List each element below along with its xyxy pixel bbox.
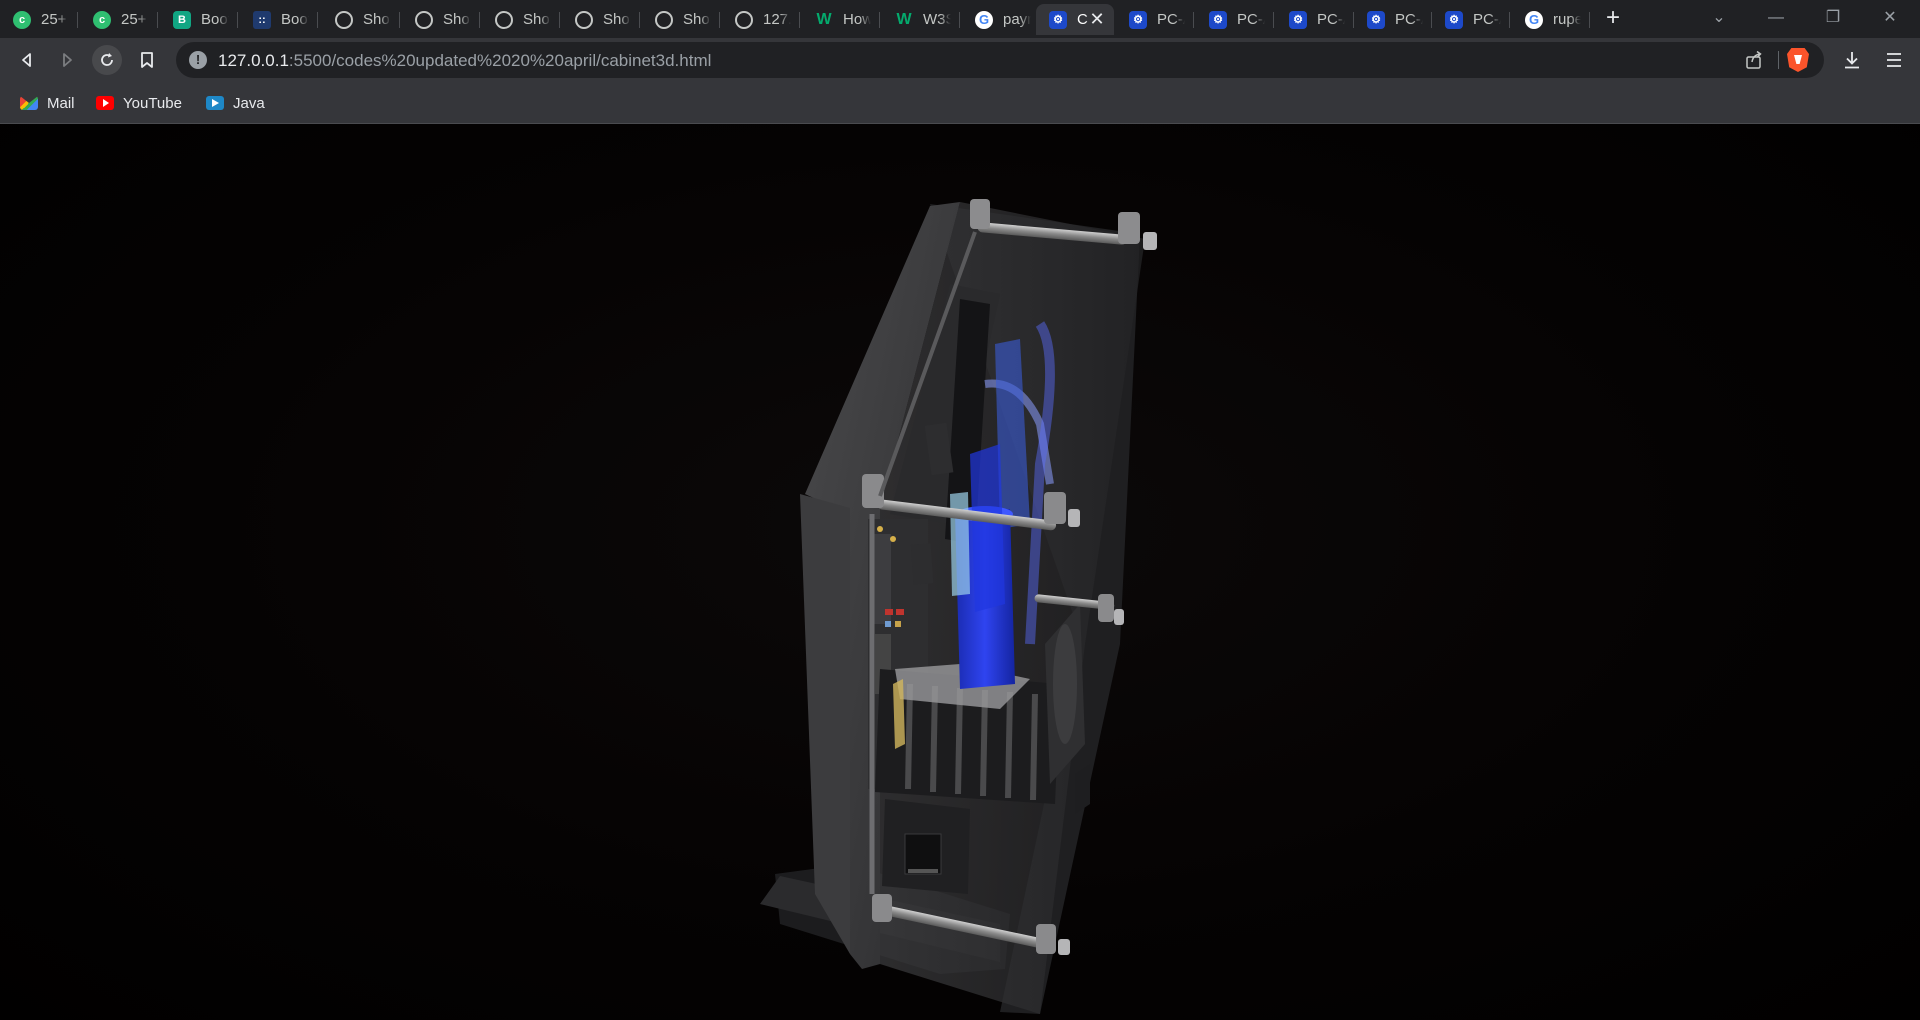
globe-icon (735, 10, 753, 29)
java-icon (206, 96, 224, 110)
download-icon[interactable] (1838, 46, 1866, 74)
tab-17[interactable]: ⚙ PC-A (1276, 4, 1354, 35)
bookmark-java[interactable]: Java (206, 92, 265, 114)
address-bar[interactable]: ! 127.0.0.1:5500/codes%20updated%2020%20… (176, 42, 1824, 78)
green-c-icon: c (93, 10, 111, 29)
pc-icon: ⚙ (1445, 10, 1463, 29)
webgl-canvas[interactable] (0, 124, 1920, 1020)
tab-12[interactable]: W W3S (882, 4, 960, 35)
pc-icon: ⚙ (1367, 10, 1385, 29)
tab-5[interactable]: Shop (322, 4, 400, 35)
w3schools-icon: W (896, 10, 912, 28)
minimize-icon[interactable]: — (1764, 6, 1788, 30)
reload-button[interactable] (92, 45, 122, 75)
bookmarks-bar: Mail YouTube Java (0, 82, 1920, 124)
brave-shields-icon[interactable] (1787, 48, 1809, 72)
omnibox-divider (1778, 51, 1779, 69)
tab-11[interactable]: W How (802, 4, 880, 35)
close-tab-icon[interactable]: ✕ (1088, 10, 1106, 28)
globe-icon (575, 10, 593, 29)
tab-strip: c 25+ B c 25+ B B Bootstrap :: Bootstrap… (0, 0, 1920, 38)
globe-icon (415, 10, 433, 29)
pc-icon: ⚙ (1049, 10, 1067, 29)
green-c-icon: c (13, 10, 31, 29)
tab-active[interactable]: ⚙ C ✕ (1036, 4, 1114, 35)
tab-15[interactable]: ⚙ PC-A (1116, 4, 1194, 35)
tab-search-icon[interactable]: ⌄ (1707, 6, 1731, 30)
site-info-icon[interactable]: ! (189, 51, 207, 69)
forward-button[interactable] (52, 45, 82, 75)
tab-10[interactable]: 127.0 (722, 4, 800, 35)
tab-6[interactable]: Shop (402, 4, 480, 35)
bootstrap-navy-icon: :: (253, 10, 271, 29)
browser-toolbar: ! 127.0.0.1:5500/codes%20updated%2020%20… (0, 38, 1920, 82)
google-icon: G (1525, 10, 1543, 29)
tab-9[interactable]: Shop (642, 4, 720, 35)
tab-18[interactable]: ⚙ PC-A (1354, 4, 1432, 35)
pc-icon: ⚙ (1209, 10, 1227, 29)
back-button[interactable] (12, 45, 42, 75)
tab-16[interactable]: ⚙ PC-A (1196, 4, 1274, 35)
menu-icon[interactable] (1880, 46, 1908, 74)
reload-icon (101, 53, 113, 66)
tab-2[interactable]: c 25+ B (80, 4, 158, 35)
globe-icon (335, 10, 353, 29)
google-icon: G (975, 10, 993, 29)
url-text[interactable]: 127.0.0.1:5500/codes%20updated%2020%20ap… (218, 51, 711, 71)
gpu-card-accent (950, 492, 970, 596)
pc-icon: ⚙ (1289, 10, 1307, 29)
tab-3[interactable]: B Bootstrap (160, 4, 238, 35)
tab-1[interactable]: c 25+ B (0, 4, 78, 35)
forward-arrow-icon (63, 53, 72, 67)
pc-cabinet-3d-model[interactable] (0, 124, 1920, 1020)
gmail-icon (20, 96, 38, 110)
globe-icon (495, 10, 513, 29)
tab-19[interactable]: ⚙ PC-A (1432, 4, 1510, 35)
bookmark-youtube[interactable]: YouTube (96, 92, 182, 114)
tab-7[interactable]: Shop (482, 4, 560, 35)
tab-8[interactable]: Shop (562, 4, 640, 35)
tab-20[interactable]: G rupe (1512, 4, 1590, 35)
restore-icon[interactable]: ❐ (1821, 6, 1845, 30)
tab-13[interactable]: G paym (962, 4, 1040, 35)
bookmark-button[interactable] (132, 45, 162, 75)
tab-4[interactable]: :: Bootstrap (240, 4, 318, 35)
w3schools-icon: W (816, 10, 832, 28)
bookmark-icon (141, 52, 153, 68)
bookmark-mail[interactable]: Mail (20, 92, 75, 114)
pc-icon: ⚙ (1129, 10, 1147, 29)
globe-icon (655, 10, 673, 29)
close-window-icon[interactable]: ✕ (1878, 6, 1902, 30)
share-icon[interactable] (1744, 50, 1764, 70)
youtube-icon (96, 96, 114, 110)
back-arrow-icon (22, 53, 31, 67)
new-tab-button[interactable]: + (1600, 6, 1626, 32)
bootstrap-icon: B (173, 10, 191, 29)
